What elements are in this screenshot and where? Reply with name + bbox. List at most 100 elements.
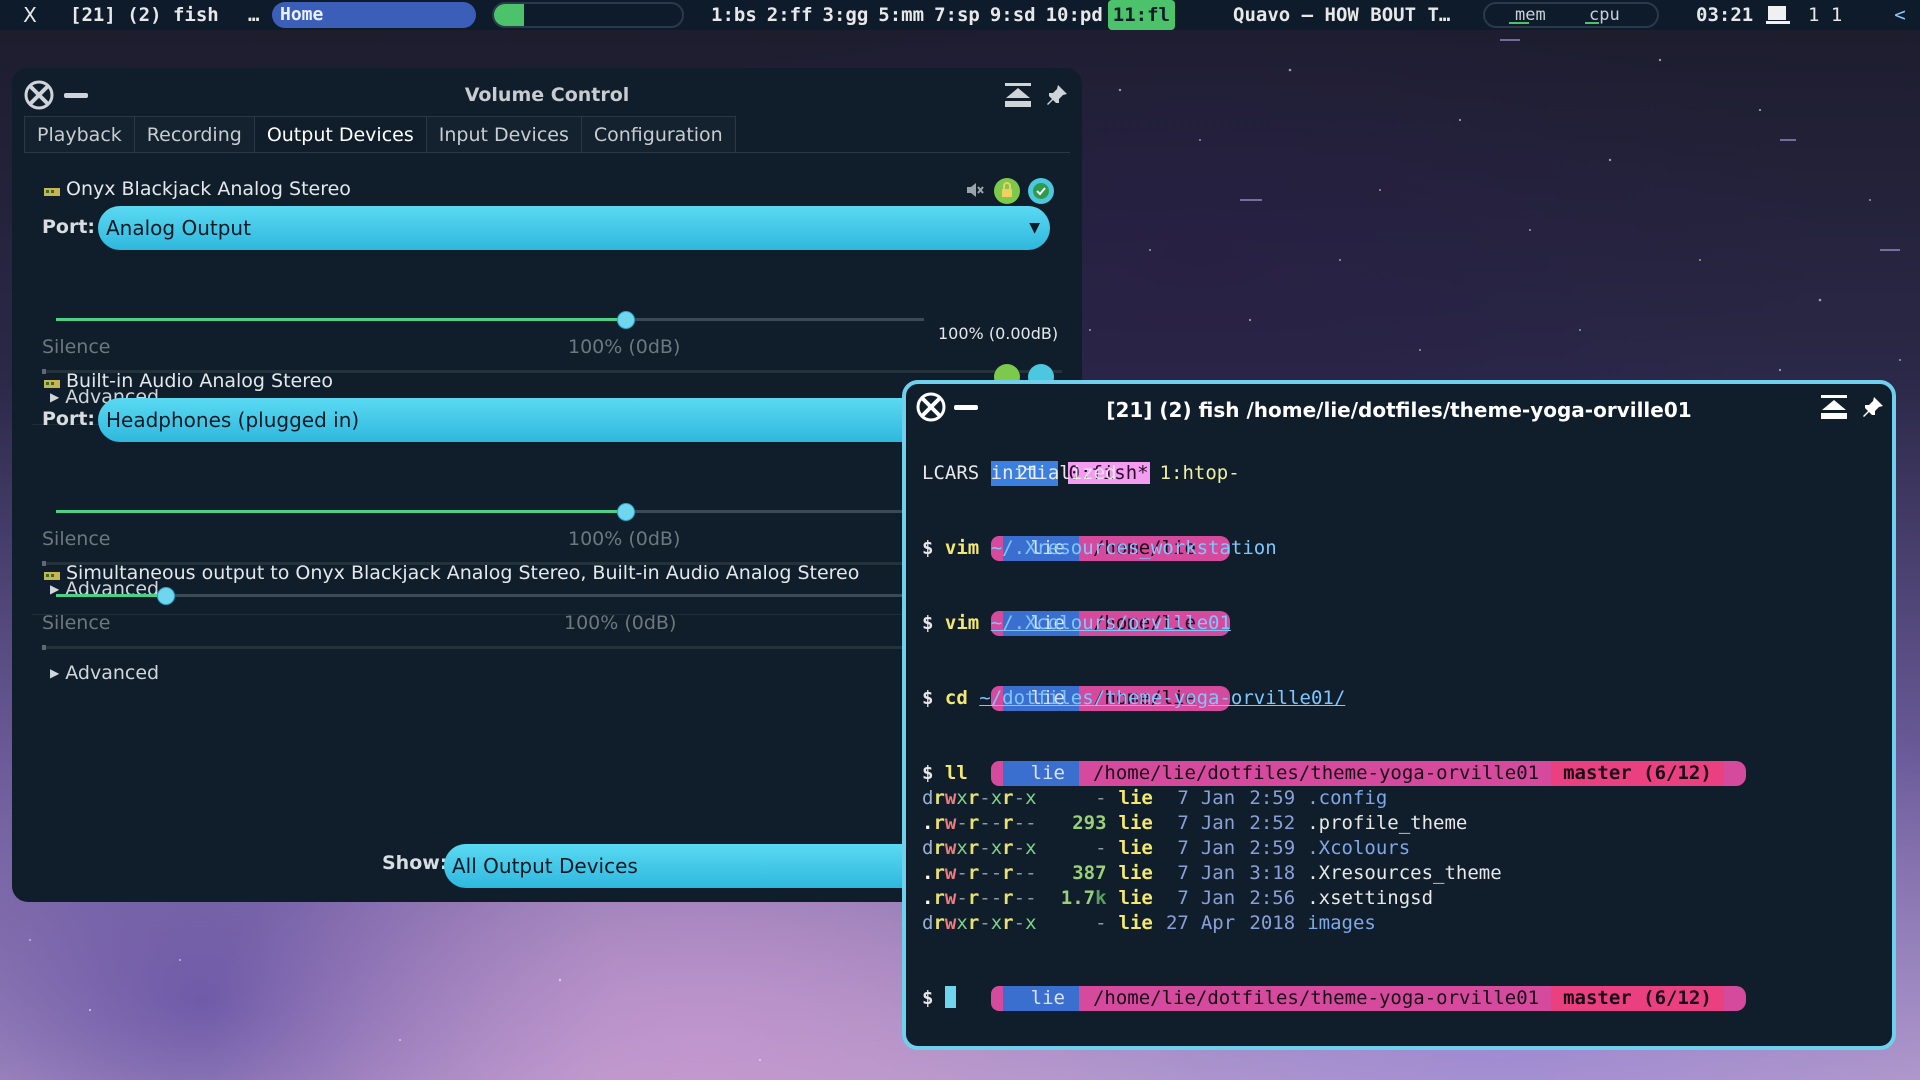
- prompt-symbol: $: [922, 987, 934, 1009]
- notification-icon[interactable]: [1766, 4, 1790, 26]
- file-size: -: [1095, 787, 1107, 809]
- command-arg-link[interactable]: ~/dotfiles/theme-yoga-orville01/: [979, 687, 1345, 709]
- file-day: 7: [1177, 887, 1189, 909]
- workspace-5[interactable]: 5:mm: [873, 0, 929, 30]
- prompt-end: [1723, 986, 1746, 1011]
- window-title: Volume Control: [464, 84, 630, 106]
- silence-label: Silence: [42, 612, 111, 634]
- workspace-list: 1:bs 2:ff 3:gg 5:mm 7:sp 9:sd 10:pd 11:f…: [706, 0, 1175, 30]
- port-dropdown[interactable]: Analog Output ▼: [98, 206, 1050, 250]
- lock-icon: [1002, 182, 1012, 197]
- file-size: 1.7k: [1060, 887, 1107, 909]
- tab-recording[interactable]: Recording: [133, 116, 255, 153]
- listing-row: .rw-r--r-- 293 lie 7 Jan 2:52 .profile_theme: [922, 811, 1467, 836]
- tmux-window[interactable]: 1:htop-: [1160, 462, 1240, 484]
- file-name[interactable]: .profile_theme: [1307, 812, 1467, 834]
- slider-fill: [56, 318, 625, 321]
- slider-knob[interactable]: [617, 503, 635, 521]
- file-time: 2:56: [1249, 887, 1296, 909]
- prompt-line: lie/home/lie: [922, 661, 1230, 711]
- hundred-percent-label: 100% (0dB): [564, 612, 677, 634]
- file-name[interactable]: .xsettingsd: [1307, 887, 1433, 909]
- file-month: Apr: [1200, 912, 1236, 934]
- prompt-line: lie/home/lie/dotfiles/theme-yoga-orville…: [922, 961, 1746, 1011]
- tab-configuration[interactable]: Configuration: [580, 116, 736, 153]
- tab-input-devices[interactable]: Input Devices: [425, 116, 582, 153]
- now-playing[interactable]: Quavo – HOW BOUT T…: [1233, 0, 1450, 30]
- prompt-symbol: $: [922, 762, 934, 784]
- file-name[interactable]: .config: [1307, 787, 1387, 809]
- maximize-icon[interactable]: [1820, 394, 1848, 420]
- show-label: Show:: [382, 852, 448, 874]
- pin-icon[interactable]: [1046, 84, 1068, 106]
- file-size: 293: [1072, 812, 1107, 834]
- text-cursor: [944, 986, 956, 1008]
- command-name: ll: [944, 762, 968, 784]
- file-month: Jan: [1200, 787, 1236, 809]
- file-size: 387: [1072, 862, 1107, 884]
- file-name[interactable]: .Xresources_theme: [1307, 862, 1501, 884]
- tab-bar: Playback Recording Output Devices Input …: [24, 116, 736, 153]
- advanced-expander[interactable]: ▶ Advanced: [50, 662, 159, 684]
- file-owner: lie: [1118, 862, 1153, 884]
- file-permissions: .rw-r--r--: [922, 887, 1037, 909]
- file-name[interactable]: images: [1307, 912, 1376, 934]
- silence-label: Silence: [42, 528, 111, 550]
- file-day: 7: [1177, 787, 1189, 809]
- speaker-mute-icon[interactable]: [966, 182, 984, 198]
- tab-playback[interactable]: Playback: [24, 116, 135, 153]
- command-line[interactable]: $: [922, 986, 956, 1011]
- workspace-11-active[interactable]: 11:fl: [1107, 0, 1175, 30]
- show-filter-value: All Output Devices: [452, 854, 638, 878]
- file-size: -: [1095, 912, 1107, 934]
- file-time: 2:52: [1249, 812, 1296, 834]
- expand-triangle-icon: ▶: [50, 666, 60, 680]
- lock-channels-button[interactable]: [994, 178, 1020, 204]
- git-branch: master (6/12): [1551, 761, 1724, 786]
- checkmark-icon: [1033, 183, 1049, 199]
- file-day: 7: [1177, 812, 1189, 834]
- workspace-2[interactable]: 2:ff: [762, 0, 818, 30]
- set-default-button[interactable]: [1028, 178, 1054, 204]
- command-arg-link[interactable]: ~/.Xcolours/orville01: [991, 612, 1231, 634]
- terminal-window[interactable]: [21] (2) fish /home/lie/dotfiles/theme-y…: [902, 380, 1896, 1050]
- port-label: Port:: [42, 408, 96, 430]
- slider-knob[interactable]: [617, 311, 635, 329]
- sound-card-icon: [44, 380, 60, 388]
- title-overflow-ellipsis: …: [248, 4, 260, 26]
- slider-knob[interactable]: [157, 587, 175, 605]
- maximize-icon[interactable]: [1004, 82, 1032, 108]
- file-owner: lie: [1118, 812, 1153, 834]
- workspace-9[interactable]: 9:sd: [985, 0, 1041, 30]
- advanced-label: Advanced: [65, 662, 160, 684]
- focused-window-title: [21] (2) fish: [70, 4, 219, 26]
- close-window-button[interactable]: X: [0, 0, 60, 30]
- prompt-cap: [990, 986, 1003, 1011]
- sound-card-icon: [44, 188, 60, 196]
- workspace-10[interactable]: 10:pd: [1041, 0, 1108, 30]
- terminal-output[interactable]: 21 0:fish* 1:htop- LCARS initialized lie/h…: [922, 434, 1876, 1036]
- slider-track: [56, 594, 924, 597]
- file-month: Jan: [1200, 812, 1236, 834]
- file-owner: lie: [1118, 887, 1153, 909]
- peak-meter-level: [42, 645, 46, 650]
- file-day: 7: [1177, 862, 1189, 884]
- tab-output-devices[interactable]: Output Devices: [253, 116, 427, 153]
- file-name[interactable]: .Xcolours: [1307, 837, 1410, 859]
- workspace-3[interactable]: 3:gg: [818, 0, 874, 30]
- prompt-path: /home/lie/dotfiles/theme-yoga-orville01: [1078, 986, 1552, 1011]
- slider-fill: [56, 594, 165, 597]
- workspace-1[interactable]: 1:bs: [706, 0, 762, 30]
- file-size: -: [1095, 837, 1107, 859]
- pin-icon[interactable]: [1862, 396, 1884, 418]
- port-dropdown-value: Analog Output: [106, 216, 251, 240]
- prompt-user: lie: [1002, 761, 1079, 786]
- panel-collapse-button[interactable]: <: [1880, 0, 1920, 30]
- clock[interactable]: 03:21: [1696, 0, 1753, 30]
- workspace-7[interactable]: 7:sp: [929, 0, 985, 30]
- prompt-end: [1723, 761, 1746, 786]
- file-month: Jan: [1200, 887, 1236, 909]
- device-name: Onyx Blackjack Analog Stereo: [66, 178, 351, 200]
- terminal-title: [21] (2) fish /home/lie/dotfiles/theme-y…: [1106, 398, 1692, 422]
- home-location-pill[interactable]: Home: [272, 2, 476, 28]
